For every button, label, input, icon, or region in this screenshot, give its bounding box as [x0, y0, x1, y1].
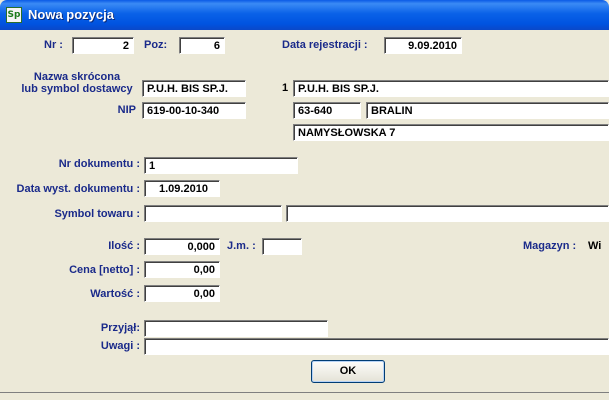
- symbol-towaru-field[interactable]: [144, 205, 282, 222]
- przyjal-label: Przyjął:: [100, 322, 140, 334]
- window-title: Nowa pozycja: [28, 7, 114, 22]
- wartosc-field[interactable]: 0,00: [144, 285, 220, 302]
- poz-field[interactable]: 6: [179, 37, 225, 54]
- data-rejestracji-field[interactable]: 9.09.2010: [384, 37, 462, 54]
- magazyn-label: Magazyn :: [523, 240, 577, 252]
- street-field[interactable]: NAMYSŁOWSKA 7: [293, 124, 609, 141]
- supplier-name-field[interactable]: P.U.H. BIS SP.J.: [293, 80, 609, 97]
- cena-field[interactable]: 0,00: [144, 261, 220, 278]
- postal-code-field[interactable]: 63-640: [293, 102, 361, 119]
- nip-label: NIP: [117, 104, 136, 116]
- nr-dokumentu-field[interactable]: 1: [144, 157, 298, 174]
- symbol-towaru-label: Symbol towaru :: [54, 208, 140, 220]
- towar-nazwa-field[interactable]: [286, 205, 609, 222]
- app-icon: Sp: [6, 7, 22, 23]
- magazyn-value: Wi: [588, 240, 602, 252]
- nip-field[interactable]: 619-00-10-340: [142, 102, 246, 119]
- ilosc-field[interactable]: 0,000: [144, 238, 220, 255]
- uwagi-label: Uwagi :: [100, 340, 140, 352]
- data-wyst-field[interactable]: 1.09.2010: [144, 180, 220, 197]
- data-rejestracji-label: Data rejestracji :: [282, 39, 368, 51]
- ok-button[interactable]: OK: [311, 360, 385, 383]
- dialog-window: Sp Nowa pozycja Nr : 2 Poz: 6 Data rejes…: [0, 0, 609, 400]
- uwagi-field[interactable]: [144, 338, 609, 355]
- nazwa-label-line2: lub symbol dostawcy: [21, 83, 133, 95]
- data-wyst-label: Data wyst. dokumentu :: [16, 183, 140, 195]
- jm-label: J.m. :: [227, 240, 256, 252]
- title-bar[interactable]: Sp Nowa pozycja: [0, 0, 609, 30]
- nazwa-skrocona-field[interactable]: P.U.H. BIS SP.J.: [142, 80, 246, 97]
- jm-field[interactable]: [262, 238, 302, 255]
- nr-label: Nr :: [44, 39, 63, 51]
- przyjal-field[interactable]: [144, 320, 328, 337]
- cena-label: Cena [netto] :: [69, 264, 140, 276]
- poz-label: Poz:: [144, 39, 168, 51]
- nr-field[interactable]: 2: [72, 37, 134, 54]
- city-field[interactable]: BRALIN: [366, 102, 609, 119]
- bottom-strip: [0, 392, 609, 400]
- ilosc-label: Ilość :: [108, 240, 140, 252]
- nr-dokumentu-label: Nr dokumentu :: [58, 158, 140, 170]
- wartosc-label: Wartość :: [90, 288, 140, 300]
- supplier-index: 1: [282, 82, 289, 94]
